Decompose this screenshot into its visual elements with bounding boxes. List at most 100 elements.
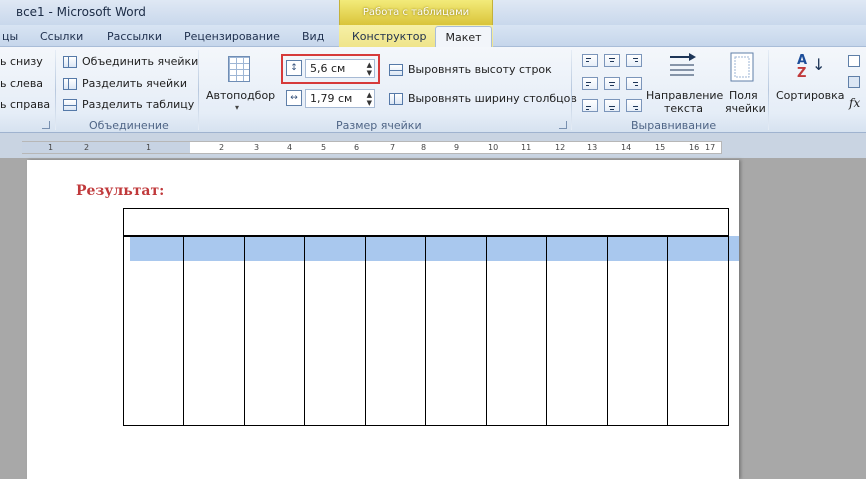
tab-design[interactable]: Конструктор: [352, 30, 426, 43]
ruler-tick-label: 7: [390, 143, 396, 152]
align-top-center-button[interactable]: [604, 54, 620, 67]
split-table-button[interactable]: Разделить таблицу: [63, 98, 194, 111]
align-top-right-button[interactable]: [626, 54, 642, 67]
group-separator: [768, 50, 769, 130]
text-direction-label-1[interactable]: Направление: [646, 89, 723, 102]
tab-view[interactable]: Вид: [302, 30, 324, 43]
ruler-tick-label: 2: [219, 143, 225, 152]
window-title: все1 - Microsoft Word: [16, 5, 146, 19]
ruler-tick-label: 11: [521, 143, 532, 152]
cell-margins-icon[interactable]: [730, 52, 756, 82]
column-width-spinner[interactable]: 1,79 см ▲ ▼: [305, 89, 375, 108]
group-separator: [55, 50, 56, 130]
column-width-up[interactable]: ▲: [367, 91, 372, 99]
sort-button[interactable]: Сортировка: [776, 89, 845, 102]
distribute-columns-label: Выровнять ширину столбцов: [408, 92, 577, 105]
sort-icon-z[interactable]: Z: [797, 66, 806, 81]
distribute-columns-button[interactable]: Выровнять ширину столбцов: [389, 92, 577, 105]
group-separator: [198, 50, 199, 130]
align-center-left-button[interactable]: [582, 77, 598, 90]
distribute-rows-button[interactable]: Выровнять высоту строк: [389, 63, 552, 76]
split-table-icon: [63, 98, 77, 111]
distribute-rows-icon: [389, 63, 403, 76]
column-width-down[interactable]: ▼: [367, 99, 372, 107]
tab-mailings[interactable]: Рассылки: [107, 30, 162, 43]
group-separator: [571, 50, 572, 130]
tab-layout-label: Макет: [445, 31, 482, 44]
ruler-tick-label: 6: [354, 143, 360, 152]
autofit-button[interactable]: Автоподбор: [206, 89, 275, 102]
autofit-dropdown-arrow[interactable]: ▾: [235, 103, 239, 112]
text-direction-label-2[interactable]: текста: [664, 102, 703, 115]
ruler-tick-label: 14: [621, 143, 632, 152]
merge-group-label: Объединение: [89, 119, 169, 132]
sort-arrow-icon: ↓: [812, 55, 826, 74]
table-merged-header-row[interactable]: [123, 208, 729, 236]
align-center-right-button[interactable]: [626, 77, 642, 90]
insert-below-button[interactable]: ь снизу: [0, 55, 43, 68]
ruler-tick-label: 1: [146, 143, 152, 152]
ruler-tick-label: 1: [48, 143, 54, 152]
align-center-button[interactable]: [604, 77, 620, 90]
cell-margins-label-2[interactable]: ячейки: [725, 102, 766, 115]
table-column-border[interactable]: [607, 236, 608, 426]
table-column-border[interactable]: [183, 236, 184, 426]
table-column-border[interactable]: [546, 236, 547, 426]
split-cells-icon: [63, 77, 77, 90]
tab-layout[interactable]: Макет: [435, 26, 492, 48]
column-width-icon: ↔: [286, 90, 302, 106]
ruler-tick-label: 15: [655, 143, 666, 152]
column-width-value[interactable]: 1,79 см: [310, 92, 352, 105]
table-column-border[interactable]: [244, 236, 245, 426]
repeat-header-icon[interactable]: [848, 55, 860, 67]
ruler-tick-label: 4: [287, 143, 293, 152]
highlight-annotation: [281, 54, 380, 84]
ruler-tick-label: 2: [84, 143, 90, 152]
table-tools-label: Работа с таблицами: [362, 7, 470, 18]
insert-right-label: ь справа: [0, 98, 51, 111]
tab-insert-partial[interactable]: цы: [2, 30, 18, 43]
merge-cells-label: Объединить ячейки: [82, 55, 199, 68]
ruler-tick-label: 5: [321, 143, 327, 152]
ruler-tick-label: 10: [488, 143, 499, 152]
cell-size-launcher[interactable]: [559, 121, 567, 129]
table-column-border[interactable]: [365, 236, 366, 426]
formula-icon[interactable]: fx: [849, 96, 860, 110]
alignment-group-label: Выравнивание: [631, 119, 717, 132]
ruler-tick-label: 12: [555, 143, 566, 152]
ruler-tick-label: 13: [587, 143, 598, 152]
ruler-tick-label: 9: [454, 143, 460, 152]
distribute-rows-label: Выровнять высоту строк: [408, 63, 552, 76]
align-top-left-button[interactable]: [582, 54, 598, 67]
align-bottom-left-button[interactable]: [582, 99, 598, 112]
table-column-border[interactable]: [667, 236, 668, 426]
merge-cells-icon: [63, 55, 77, 68]
autofit-icon[interactable]: [228, 56, 250, 82]
insert-right-button[interactable]: ь справа: [0, 98, 50, 111]
insert-left-button[interactable]: ь слева: [0, 77, 43, 90]
table-column-border[interactable]: [486, 236, 487, 426]
table-tools-context-header: Работа с таблицами: [339, 0, 493, 25]
align-bottom-center-button[interactable]: [604, 99, 620, 112]
insert-below-label: ь снизу: [0, 55, 43, 68]
distribute-columns-icon: [389, 92, 403, 105]
tab-review[interactable]: Рецензирование: [184, 30, 280, 43]
rows-columns-launcher[interactable]: [42, 121, 50, 129]
result-heading: Результат:: [76, 183, 165, 199]
split-cells-label: Разделить ячейки: [82, 77, 187, 90]
tab-references[interactable]: Ссылки: [40, 30, 83, 43]
convert-to-text-icon[interactable]: [848, 76, 860, 88]
table-column-border[interactable]: [304, 236, 305, 426]
insert-left-label: ь слева: [0, 77, 44, 90]
text-direction-icon[interactable]: [667, 51, 699, 83]
cell-margins-label-1[interactable]: Поля: [729, 89, 758, 102]
table-body[interactable]: [123, 236, 729, 426]
ruler-tick-label: 17: [705, 143, 716, 152]
align-bottom-right-button[interactable]: [626, 99, 642, 112]
merge-cells-button[interactable]: Объединить ячейки: [63, 55, 198, 68]
split-table-label: Разделить таблицу: [82, 98, 195, 111]
ruler-tick-label: 16: [689, 143, 700, 152]
ruler-tick-label: 8: [421, 143, 427, 152]
split-cells-button[interactable]: Разделить ячейки: [63, 77, 187, 90]
table-column-border[interactable]: [425, 236, 426, 426]
